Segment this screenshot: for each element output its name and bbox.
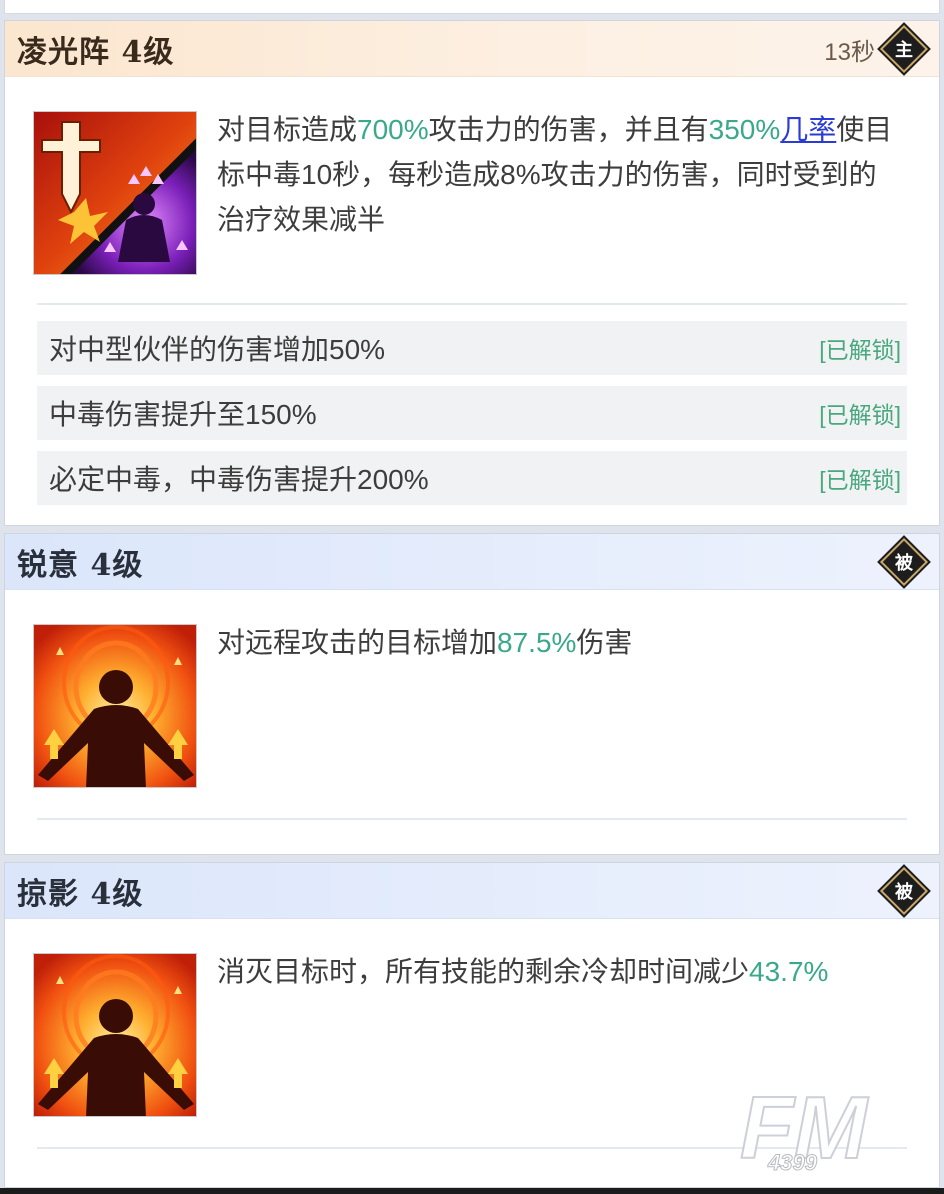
cooldown-label: 13秒 <box>824 38 875 66</box>
skill-card-lingguangzhen: 凌光阵 4级 13秒 主 对目标造成700%攻击力的伤害，并且有350%几率使目… <box>4 20 940 526</box>
skill-description: 对远程攻击的目标增加87.5%伤害 <box>217 627 633 658</box>
power-up-figure-icon <box>33 953 197 1117</box>
svg-text:4399: 4399 <box>767 1150 818 1175</box>
skill-header: 锐意 4级 被 <box>5 534 939 590</box>
skill-title: 掠影 4级 <box>17 876 144 912</box>
damage-bonus-value: 87.5% <box>497 627 577 658</box>
skill-title: 锐意 4级 <box>17 547 144 583</box>
passive-skill-badge-icon: 被 <box>883 541 925 583</box>
unlock-status: [已解锁] <box>819 402 901 428</box>
passive-skill-badge-icon: 被 <box>883 870 925 912</box>
active-skill-badge-icon: 主 <box>883 28 925 70</box>
skill-header: 凌光阵 4级 13秒 主 <box>5 21 939 77</box>
separator <box>37 818 907 820</box>
power-up-figure-icon <box>33 624 197 788</box>
previous-card-edge <box>4 0 940 14</box>
header-right: 13秒 主 <box>824 21 925 77</box>
unlock-row: 中毒伤害提升至150% [已解锁] <box>37 386 907 440</box>
unlock-row: 必定中毒，中毒伤害提升200% [已解锁] <box>37 451 907 505</box>
skill-description: 对目标造成700%攻击力的伤害，并且有350%几率使目标中毒10秒，每秒造成8%… <box>217 114 893 235</box>
unlock-status: [已解锁] <box>819 467 901 493</box>
separator <box>37 303 907 305</box>
unlock-text: 中毒伤害提升至150% <box>49 399 317 430</box>
light-array-skill-icon <box>33 111 197 275</box>
header-right: 被 <box>883 863 925 919</box>
header-right: 被 <box>883 534 925 590</box>
skill-header: 掠影 4级 被 <box>5 863 939 919</box>
chance-value: 350% <box>708 114 781 145</box>
skill-card-ruiyi: 锐意 4级 被 对远程攻击的目标增加87.5%伤害 <box>4 533 940 855</box>
damage-value: 700% <box>357 114 429 145</box>
skill-description: 消灭目标时，所有技能的剩余冷却时间减少43.7% <box>217 956 829 987</box>
skill-title: 凌光阵 4级 <box>17 34 175 70</box>
fm4399-watermark-logo: FM 4399 <box>739 1080 870 1176</box>
unlock-row: 对中型伙伴的伤害增加50% [已解锁] <box>37 321 907 375</box>
bottom-edge <box>0 1188 944 1194</box>
unlock-text: 对中型伙伴的伤害增加50% <box>49 334 386 365</box>
cooldown-reduction-value: 43.7% <box>749 956 829 987</box>
chance-term-link[interactable]: 几率 <box>780 114 836 145</box>
unlock-text: 必定中毒，中毒伤害提升200% <box>49 464 429 495</box>
unlock-status: [已解锁] <box>819 337 901 363</box>
